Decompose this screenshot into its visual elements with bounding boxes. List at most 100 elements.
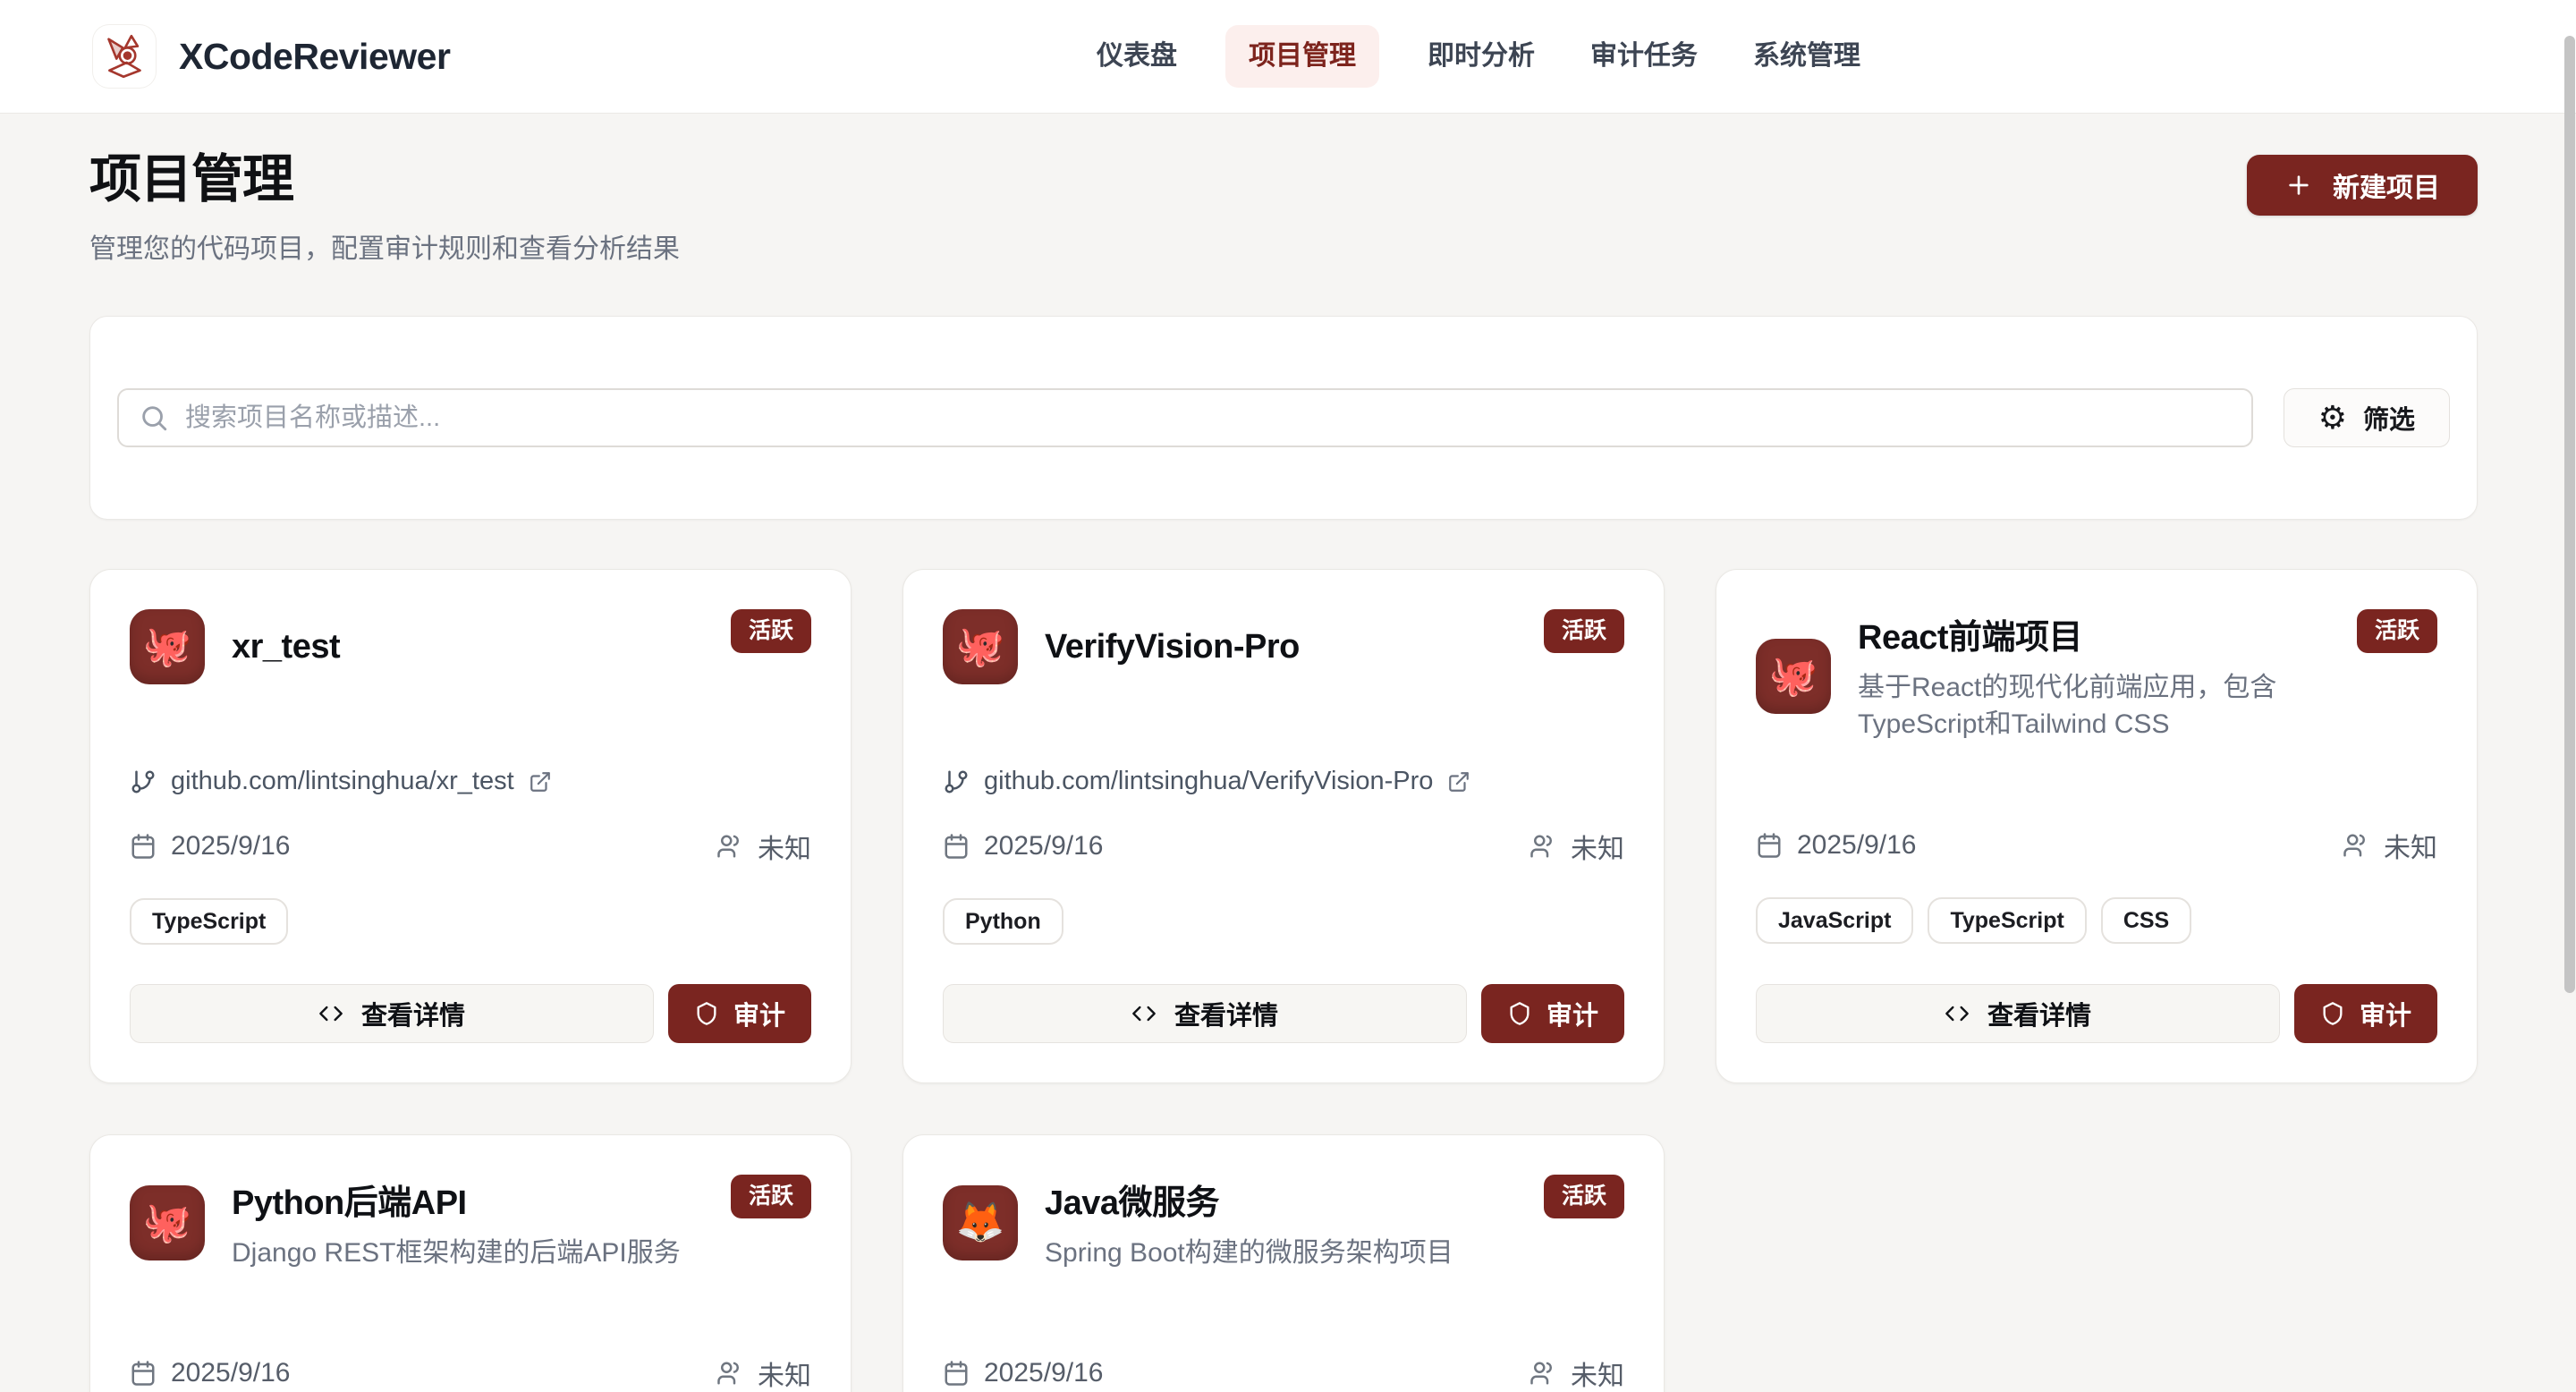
tag: TypeScript: [130, 898, 288, 945]
brand[interactable]: XCodeReviewer: [93, 25, 450, 88]
scrollbar-track[interactable]: [2563, 0, 2576, 1392]
repo-url: github.com/lintsinghua/xr_test: [171, 767, 514, 796]
members: 未知: [1530, 1354, 1624, 1392]
project-meta-row: 2025/9/16 未知: [130, 1354, 811, 1392]
project-head-text: React前端项目 基于React的现代化前端应用，包含TypeScript和T…: [1858, 609, 2339, 743]
project-avatar-emoji: 🐙: [143, 627, 192, 666]
card-actions: 查看详情 审计: [1756, 945, 2437, 1043]
tag: TypeScript: [1928, 897, 2086, 944]
view-details-button[interactable]: 查看详情: [943, 984, 1467, 1043]
tags-row: JavaScript TypeScript CSS: [1756, 897, 2437, 944]
tags-row: Python: [943, 898, 1624, 945]
audit-button[interactable]: 审计: [1481, 984, 1624, 1043]
audit-button[interactable]: 审计: [668, 984, 811, 1043]
members-value: 未知: [1571, 827, 1624, 866]
audit-label: 审计: [1546, 995, 1598, 1032]
members: 未知: [2343, 826, 2437, 865]
calendar-icon: [130, 833, 157, 860]
users-icon: [1530, 1360, 1556, 1387]
project-card: 🐙 VerifyVision-Pro 活跃 github.com/lintsin…: [902, 569, 1665, 1083]
search-icon: [139, 403, 169, 433]
search-panel: ⚙ 筛选: [89, 316, 2478, 520]
nav-item-1[interactable]: 项目管理: [1225, 25, 1379, 88]
nav-item-label: 即时分析: [1428, 41, 1535, 71]
project-avatar-emoji: 🐙: [143, 1203, 192, 1243]
status-badge: 活跃: [1544, 609, 1624, 653]
project-meta-row: 2025/9/16 未知: [943, 1354, 1624, 1392]
created-date: 2025/9/16: [130, 1358, 290, 1388]
project-avatar-emoji: 🦊: [956, 1203, 1005, 1243]
view-details-label: 查看详情: [361, 995, 465, 1032]
project-name: Python后端API: [232, 1175, 681, 1224]
project-avatar: 🐙: [1756, 639, 1831, 714]
created-date-value: 2025/9/16: [984, 831, 1103, 862]
users-icon: [716, 833, 743, 860]
nav-item-3[interactable]: 审计任务: [1583, 25, 1705, 88]
code-icon: [1131, 1001, 1157, 1026]
gear-icon: ⚙: [2318, 402, 2347, 434]
project-description: 基于React的现代化前端应用，包含TypeScript和Tailwind CS…: [1858, 669, 2339, 743]
external-link-icon: [529, 770, 552, 794]
search-input[interactable]: [117, 388, 2253, 447]
view-details-button[interactable]: 查看详情: [1756, 984, 2280, 1043]
members-value: 未知: [1571, 1354, 1624, 1392]
tag: JavaScript: [1756, 897, 1913, 944]
view-details-button[interactable]: 查看详情: [130, 984, 654, 1043]
page-head-text: 项目管理 管理您的代码项目，配置审计规则和查看分析结果: [89, 137, 680, 266]
created-date-value: 2025/9/16: [171, 831, 290, 862]
created-date-value: 2025/9/16: [984, 1358, 1103, 1388]
status-badge: 活跃: [731, 609, 811, 653]
repo-link[interactable]: github.com/lintsinghua/VerifyVision-Pro: [943, 767, 1624, 796]
project-head-text: VerifyVision-Pro: [1045, 628, 1300, 666]
nav-item-4[interactable]: 系统管理: [1746, 25, 1868, 88]
shield-icon: [694, 1001, 719, 1026]
code-icon: [1945, 1001, 1970, 1026]
tag: CSS: [2101, 897, 2191, 944]
created-date: 2025/9/16: [130, 831, 290, 862]
view-details-label: 查看详情: [1987, 995, 2091, 1032]
project-description: Django REST框架构建的后端API服务: [232, 1235, 681, 1271]
project-avatar: 🦊: [943, 1185, 1018, 1260]
filter-label: 筛选: [2363, 399, 2415, 437]
new-project-button[interactable]: 新建项目: [2247, 155, 2478, 216]
project-card-head: 🐙 Python后端API Django REST框架构建的后端API服务 活跃: [130, 1175, 811, 1271]
project-card-head: 🐙 React前端项目 基于React的现代化前端应用，包含TypeScript…: [1756, 609, 2437, 743]
users-icon: [1530, 833, 1556, 860]
project-name: Java微服务: [1045, 1175, 1453, 1224]
created-date-value: 2025/9/16: [1797, 830, 1916, 861]
status-badge: 活跃: [2357, 609, 2437, 653]
status-badge: 活跃: [1544, 1175, 1624, 1218]
project-meta-row: 2025/9/16 未知: [130, 827, 811, 866]
tag: Python: [943, 898, 1063, 945]
audit-label: 审计: [2360, 995, 2411, 1032]
page-content: 项目管理 管理您的代码项目，配置审计规则和查看分析结果 新建项目 ⚙ 筛选 🐙: [0, 137, 2576, 1392]
users-icon: [716, 1360, 743, 1387]
nav-item-0[interactable]: 仪表盘: [1089, 25, 1184, 88]
project-avatar: 🐙: [130, 1185, 205, 1260]
status-badge: 活跃: [731, 1175, 811, 1218]
members-value: 未知: [758, 827, 811, 866]
project-card-head: 🦊 Java微服务 Spring Boot构建的微服务架构项目 活跃: [943, 1175, 1624, 1271]
scrollbar-thumb[interactable]: [2564, 36, 2575, 993]
project-head-text: Java微服务 Spring Boot构建的微服务架构项目: [1045, 1175, 1453, 1271]
page-subtitle: 管理您的代码项目，配置审计规则和查看分析结果: [89, 226, 680, 266]
project-card-head: 🐙 xr_test 活跃: [130, 609, 811, 684]
filter-button[interactable]: ⚙ 筛选: [2284, 388, 2450, 447]
main-nav: 仪表盘 项目管理 即时分析 审计任务 系统管理: [1089, 0, 1868, 113]
view-details-label: 查看详情: [1174, 995, 1278, 1032]
project-card: 🐙 Python后端API Django REST框架构建的后端API服务 活跃…: [89, 1134, 852, 1392]
git-branch-icon: [130, 768, 157, 795]
repo-link[interactable]: github.com/lintsinghua/xr_test: [130, 767, 811, 796]
audit-label: 审计: [733, 995, 785, 1032]
created-date: 2025/9/16: [943, 1358, 1103, 1388]
project-avatar: 🐙: [130, 609, 205, 684]
audit-button[interactable]: 审计: [2294, 984, 2437, 1043]
page-title: 项目管理: [89, 137, 680, 212]
repo-url: github.com/lintsinghua/VerifyVision-Pro: [984, 767, 1433, 796]
nav-item-2[interactable]: 即时分析: [1420, 25, 1542, 88]
created-date: 2025/9/16: [943, 831, 1103, 862]
project-card: 🐙 xr_test 活跃 github.com/lintsinghua/xr_t…: [89, 569, 852, 1083]
project-card-head: 🐙 VerifyVision-Pro 活跃: [943, 609, 1624, 684]
members: 未知: [1530, 827, 1624, 866]
project-name: xr_test: [232, 628, 340, 666]
